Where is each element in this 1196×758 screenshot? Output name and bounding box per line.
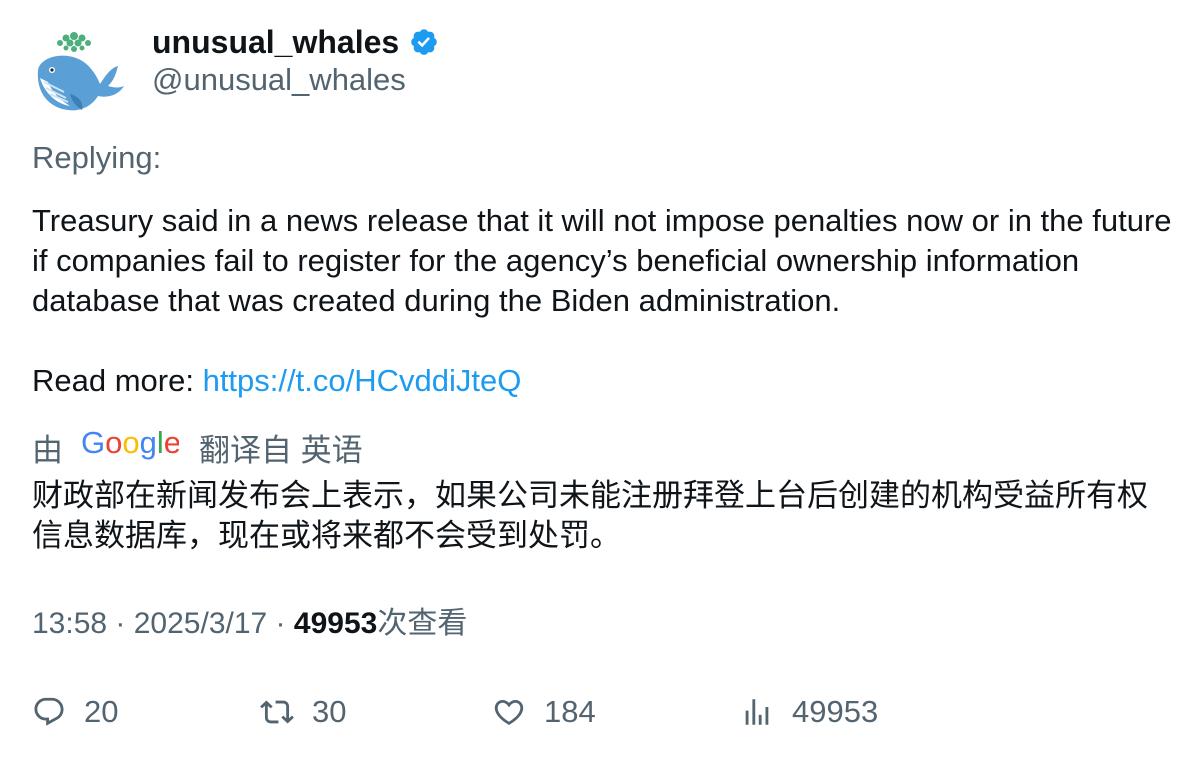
google-logo-icon: Google [81,425,181,468]
translated-by-label: 由 [32,432,63,468]
views-button[interactable]: 49953 [740,688,878,736]
avatar[interactable] [30,26,126,114]
views-action-count: 49953 [792,694,879,729]
retweet-count: 30 [312,694,347,729]
whale-avatar-icon [37,32,124,111]
translated-from-label: 翻译自 英语 [199,432,363,468]
tweet-body: Treasury said in a news release that it … [32,203,1172,318]
views-label: 次查看 [377,607,468,640]
views-chart-icon [745,699,769,725]
tweet-time[interactable]: 13:58 [32,607,107,640]
read-more-line: Read more: https://t.co/HCvddiJteQ [32,361,1172,401]
svg-text:Google: Google [81,426,179,460]
read-more-label: Read more: [32,363,203,398]
translation-attribution: 由 Google 翻译自 英语 [32,425,363,469]
reply-count: 20 [84,694,119,729]
reply-icon [34,697,64,726]
author-display-name[interactable]: unusual_whales [152,24,399,61]
action-bar: 20 30 184 49953 [32,688,1172,736]
author-name-row[interactable]: unusual_whales [152,22,439,62]
replying-label: Replying: [32,140,162,175]
meta-separator: · [107,607,134,640]
like-button[interactable]: 184 [492,688,596,736]
tweet-link[interactable]: https://t.co/HCvddiJteQ [203,363,522,398]
verified-badge-icon [409,27,439,57]
tweet-date[interactable]: 2025/3/17 [134,607,267,640]
translated-text: 财政部在新闻发布会上表示，如果公司未能注册拜登上台后创建的机构受益所有权信息数据… [32,478,1148,553]
like-count: 184 [544,694,596,729]
tweet-text: Treasury said in a news release that it … [32,201,1172,401]
heart-icon [494,699,524,725]
tweet-meta: 13:58 · 2025/3/17 · 49953次查看 [32,604,467,644]
views-count: 49953 [293,607,378,640]
retweet-icon [260,700,294,724]
meta-separator: · [267,607,294,640]
retweet-button[interactable]: 30 [260,688,346,736]
reply-button[interactable]: 20 [32,688,118,736]
author-handle[interactable]: @unusual_whales [152,62,406,98]
